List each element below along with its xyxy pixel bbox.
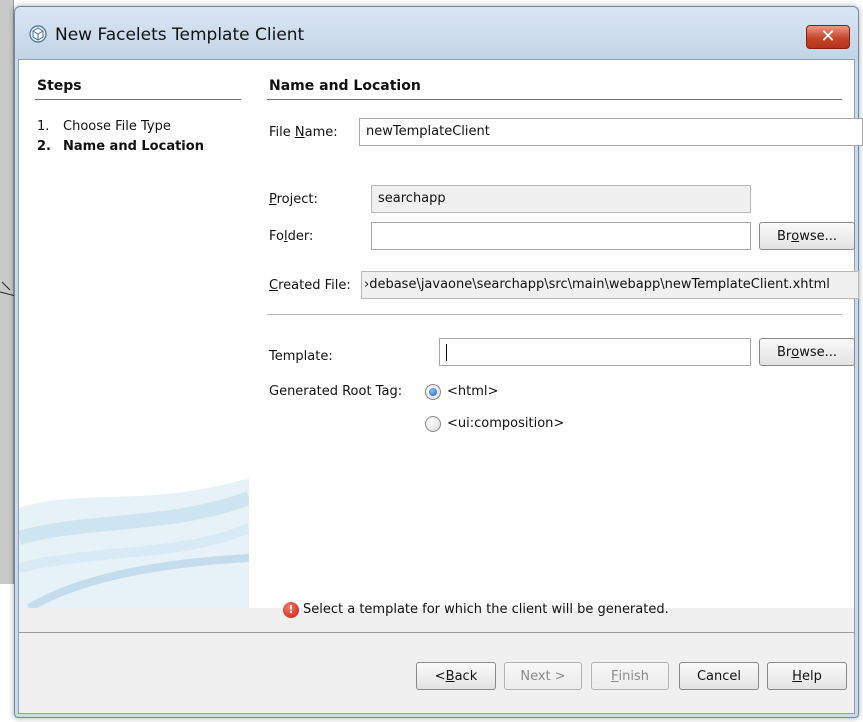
project-label: Project: (269, 192, 318, 207)
help-button[interactable]: Help (767, 662, 847, 690)
file-name-input[interactable]: newTemplateClient (359, 118, 863, 146)
new-file-dialog: New Facelets Template Client ✕ Steps 1. C… (14, 6, 863, 718)
file-name-label: File Name: (269, 125, 338, 140)
dialog-titlebar[interactable]: New Facelets Template Client ✕ (15, 7, 858, 59)
name-and-location-panel: Name and Location File Name: newTemplate… (249, 60, 863, 608)
root-tag-ui-composition-radio[interactable] (425, 416, 441, 432)
error-message: Select a template for which the client w… (303, 602, 669, 617)
dialog-client-area: Steps 1. Choose File Type 2. Name and Loca… (18, 59, 863, 714)
dialog-title: New Facelets Template Client (55, 25, 305, 45)
close-icon: ✕ (820, 26, 836, 47)
step-number: 2. (37, 139, 51, 154)
root-tag-label: Generated Root Tag: (269, 384, 403, 399)
folder-label: Folder: (269, 229, 314, 244)
background-window-panel (0, 0, 14, 584)
cancel-button[interactable]: Cancel (679, 662, 759, 690)
section-divider (267, 99, 842, 100)
created-file-field: ›debase\javaone\searchapp\src\main\webap… (361, 271, 859, 299)
template-input[interactable] (439, 338, 751, 366)
steps-divider (35, 99, 241, 100)
folder-input[interactable] (371, 222, 751, 250)
root-tag-ui-composition-label[interactable]: <ui:composition> (447, 416, 564, 431)
text-caret (446, 344, 447, 361)
section-title: Name and Location (269, 78, 421, 94)
decorative-swoosh-graphic (19, 478, 249, 608)
step-label: Choose File Type (63, 119, 171, 134)
netbeans-cube-icon (29, 25, 47, 43)
steps-pane: Steps 1. Choose File Type 2. Name and Loca… (19, 60, 249, 608)
error-icon: ! (283, 602, 299, 618)
back-button[interactable]: < Back (416, 662, 496, 690)
finish-button[interactable]: Finish (591, 662, 669, 690)
step-label: Name and Location (63, 139, 204, 154)
root-tag-html-radio[interactable] (425, 384, 441, 400)
created-file-label: Created File: (269, 278, 351, 293)
project-field: searchapp (371, 185, 751, 213)
step-choose-file-type: 1. Choose File Type (37, 119, 171, 134)
root-tag-html-label[interactable]: <html> (447, 384, 498, 399)
close-button[interactable]: ✕ (806, 25, 850, 49)
step-number: 1. (37, 119, 50, 134)
step-name-and-location: 2. Name and Location (37, 139, 204, 154)
folder-browse-button[interactable]: Br o wse... (759, 222, 855, 250)
steps-title: Steps (37, 78, 82, 94)
template-label: Template: (269, 349, 333, 364)
form-divider (267, 314, 842, 315)
next-button[interactable]: Next > (504, 662, 582, 690)
template-browse-button[interactable]: Br o wse... (759, 338, 855, 366)
footer-divider (19, 632, 854, 633)
